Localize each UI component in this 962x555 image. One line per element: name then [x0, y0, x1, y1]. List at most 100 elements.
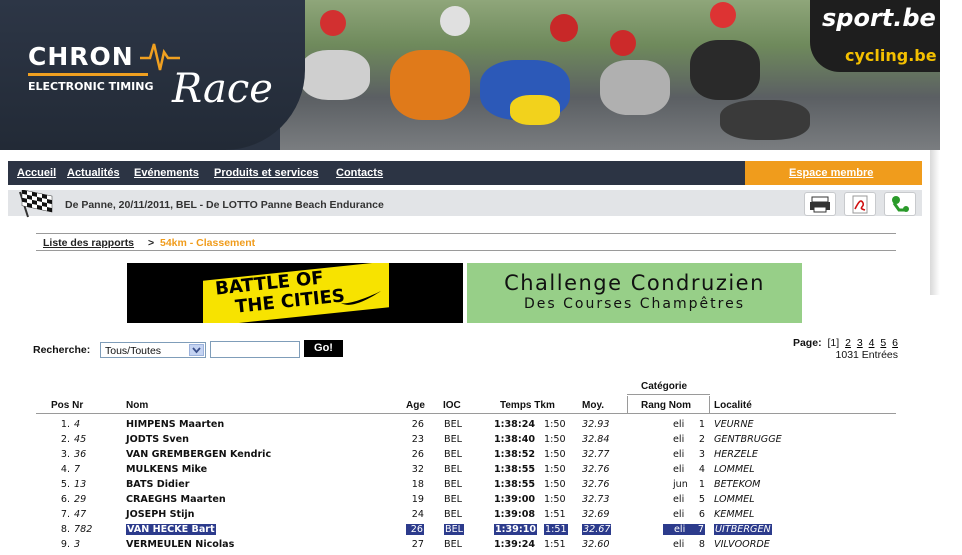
row-pos: 5. [60, 479, 70, 490]
row-pos: 2. [60, 434, 70, 445]
row-speed: 32.60 [582, 539, 610, 550]
logo-race: Race [172, 66, 273, 112]
chevron-down-icon[interactable] [189, 344, 204, 356]
row-cat-name: jun [673, 479, 688, 490]
row-speed: 32.76 [582, 479, 610, 490]
table-row[interactable]: 9. 3 VERMEULEN Nicolas 27 BEL 1:39:24 1:51 32.6… [36, 537, 896, 552]
nav-item-evenements[interactable]: Evénements [134, 167, 199, 179]
excel-icon [892, 196, 909, 212]
event-title: De Panne, 20/11/2011, BEL - De LOTTO Pan… [65, 199, 384, 211]
row-bib: 36 [74, 449, 87, 460]
row-age: 26 [411, 449, 424, 460]
page-shadow [930, 150, 940, 295]
row-pos: 8. [60, 524, 70, 535]
chronorace-logo: CHRON [28, 42, 134, 71]
breadcrumb: Liste des rapports > 54km - Classement [36, 233, 896, 251]
row-time: 1:38:55 [494, 479, 536, 490]
row-ioc: BEL [444, 449, 462, 460]
table-row[interactable]: 1. 4 HIMPENS Maarten 26 BEL 1:38:24 1:50 32.93 1… [36, 417, 896, 432]
pager-label: Page: [792, 337, 822, 349]
table-row[interactable]: 8. 782 VAN HECKE Bart 26 BEL 1:39:10 1:51 32.67… [36, 522, 896, 537]
row-age: 27 [411, 539, 424, 550]
search-label: Recherche: [33, 344, 91, 356]
pager-page-2[interactable]: 2 [845, 337, 851, 349]
header-pos-nr[interactable]: Pos Nr [51, 400, 83, 411]
nav-item-actualites[interactable]: Actualités [67, 167, 120, 179]
table-row[interactable]: 5. 13 BATS Didier 18 BEL 1:38:55 1:50 32.76 1 jun… [36, 477, 896, 492]
battle-of-the-cities-ad[interactable]: BATTLE OF THE CITIES [127, 263, 463, 323]
row-tkm: 1:50 [544, 479, 566, 490]
header-divider [36, 413, 896, 414]
table-row[interactable]: 3. 36 VAN GREMBERGEN Kendric 26 BEL 1:38:52 1:… [36, 447, 896, 462]
row-cat-name: eli [673, 464, 685, 475]
row-cat-name: eli [673, 419, 685, 430]
challenge-condruzien-ad[interactable]: Challenge Condruzien Des Courses Champêt… [467, 263, 802, 323]
row-ioc: BEL [444, 419, 462, 430]
row-speed: 32.73 [582, 494, 610, 505]
row-locality: VEURNE [714, 419, 754, 430]
row-locality: UITBERGEN [714, 524, 772, 535]
challenge-ad-line1: Challenge Condruzien [504, 271, 765, 295]
table-row[interactable]: 2. 45 JODTS Sven 23 BEL 1:38:40 1:50 32.84 2 eli G… [36, 432, 896, 447]
breadcrumb-reports-link[interactable]: Liste des rapports [43, 237, 134, 249]
row-ioc: BEL [444, 494, 462, 505]
logo-subtitle: ELECTRONIC TIMING [28, 80, 154, 93]
row-speed: 32.69 [582, 509, 610, 520]
table-row[interactable]: 7. 47 JOSEPH Stijn 24 BEL 1:39:08 1:51 32.69 6 el… [36, 507, 896, 522]
row-locality: HERZELE [714, 449, 758, 460]
excel-button[interactable] [884, 192, 916, 216]
row-pos: 3. [60, 449, 70, 460]
pager-page-3[interactable]: 3 [857, 337, 863, 349]
row-ioc: BEL [444, 479, 462, 490]
row-tkm: 1:50 [544, 434, 566, 445]
go-button[interactable]: Go! [304, 340, 343, 357]
search-input[interactable] [210, 341, 300, 358]
nav-item-contacts[interactable]: Contacts [336, 167, 383, 179]
row-name: BATS Didier [126, 479, 190, 490]
pdf-button[interactable] [844, 192, 876, 216]
row-cat-name: eli [673, 524, 687, 535]
pager-page-5[interactable]: 5 [880, 337, 886, 349]
row-age: 26 [406, 524, 424, 535]
nav-item-produits[interactable]: Produits et services [214, 167, 319, 179]
nav-item-accueil[interactable]: Accueil [17, 167, 56, 179]
row-name: MULKENS Mike [126, 464, 208, 475]
header-rang-nom[interactable]: Rang Nom [641, 400, 691, 411]
pdf-icon [852, 195, 868, 214]
filter-select[interactable]: Tous/Toutes [100, 342, 206, 358]
pager-page-6[interactable]: 6 [892, 337, 898, 349]
row-ioc: BEL [444, 509, 462, 520]
printer-icon [810, 196, 830, 213]
table-row[interactable]: 6. 29 CRAEGHS Maarten 19 BEL 1:39:00 1:50 32.73… [36, 492, 896, 507]
row-pos: 6. [60, 494, 70, 505]
print-button[interactable] [804, 192, 836, 216]
row-locality: BETEKOM [714, 479, 761, 490]
row-locality: GENTBRUGGE [714, 434, 782, 445]
header-nom[interactable]: Nom [126, 400, 148, 411]
row-time: 1:39:08 [494, 509, 536, 520]
member-link[interactable]: Espace membre [789, 167, 873, 179]
row-bib: 29 [74, 494, 87, 505]
row-tkm: 1:50 [544, 494, 566, 505]
row-name: VAN HECKE Bart [126, 524, 216, 535]
pager-page-4[interactable]: 4 [869, 337, 875, 349]
header-localite[interactable]: Localité [714, 400, 752, 411]
header-moy[interactable]: Moy. [582, 400, 604, 411]
row-tkm: 1:50 [544, 464, 566, 475]
row-tkm: 1:50 [544, 449, 566, 460]
row-name: JODTS Sven [126, 434, 189, 445]
row-name: VAN GREMBERGEN Kendric [126, 449, 272, 460]
table-row[interactable]: 4. 7 MULKENS Mike 32 BEL 1:38:55 1:50 32.76 4 eli… [36, 462, 896, 477]
cycling-be-logo[interactable]: cycling.be [845, 46, 937, 65]
row-pos: 7. [60, 509, 70, 520]
row-time: 1:38:52 [494, 449, 536, 460]
header-ioc[interactable]: IOC [443, 400, 461, 411]
header-age[interactable]: Age [406, 400, 425, 411]
row-bib: 13 [74, 479, 87, 490]
row-cat-name: eli [673, 494, 685, 505]
row-locality: LOMMEL [714, 494, 755, 505]
sport-be-logo[interactable]: sport.be [822, 4, 936, 32]
header-temps-tkm[interactable]: Temps Tkm [500, 400, 555, 411]
category-group-header: Catégorie [627, 377, 710, 395]
row-age: 18 [411, 479, 424, 490]
